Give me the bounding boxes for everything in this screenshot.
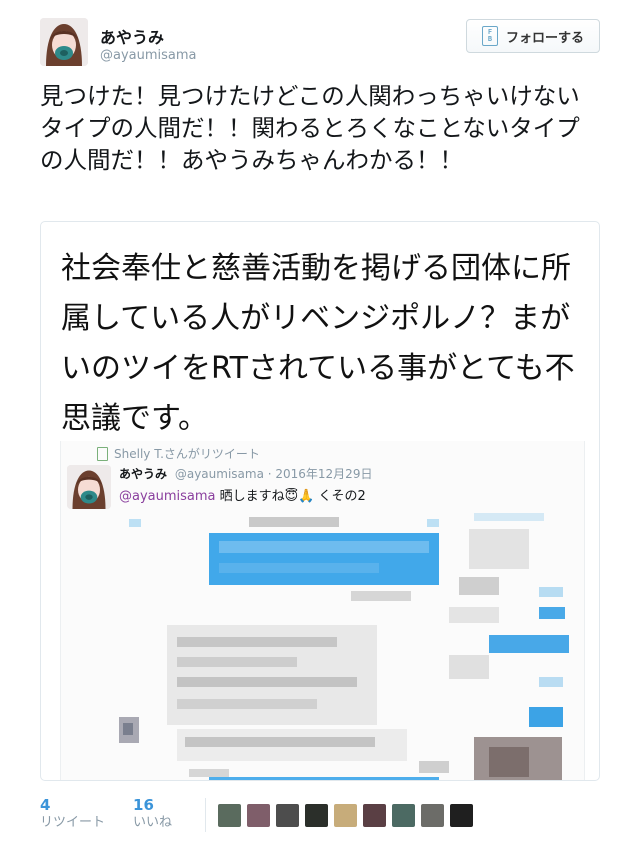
- liker-avatar[interactable]: [334, 804, 357, 827]
- tweet-text: 見つけた！見つけたけどこの人関わっちゃいけないタイプの人間だ！！関わるとろくなこ…: [40, 82, 580, 174]
- tweet-stats: 4 リツイート 16 いいね: [40, 796, 172, 832]
- liker-avatar[interactable]: [363, 804, 386, 827]
- liker-avatar[interactable]: [305, 804, 328, 827]
- screen-name[interactable]: @ayaumisama: [100, 48, 197, 63]
- embedded-tweet-screenshot: Shelly T.さんがリツイート あやうみ @ayaumisama · 201…: [60, 441, 585, 780]
- like-count: 16: [133, 796, 154, 814]
- follow-button[interactable]: FB フォローする: [466, 19, 600, 53]
- embedded-mention: @ayaumisama: [119, 489, 216, 504]
- avatar[interactable]: [40, 18, 88, 66]
- retweet-label: Shelly T.さんがリツイート: [114, 447, 260, 461]
- liker-avatar[interactable]: [421, 804, 444, 827]
- embedded-text-rest: 晒しますね😇🙏 くその2: [215, 489, 366, 504]
- liker-avatar[interactable]: [276, 804, 299, 827]
- embedded-header: あやうみ @ayaumisama · 2016年12月29日: [119, 465, 372, 482]
- like-stat[interactable]: 16 いいね: [133, 796, 172, 832]
- embedded-display-name: あやうみ: [119, 467, 168, 481]
- retweet-icon: [97, 446, 108, 461]
- liker-avatar[interactable]: [247, 804, 270, 827]
- liker-avatar[interactable]: [450, 804, 473, 827]
- follow-icon: FB: [481, 26, 498, 46]
- retweet-context: Shelly T.さんがリツイート: [97, 445, 260, 462]
- retweet-label: リツイート: [40, 815, 106, 830]
- liker-avatars: [218, 804, 473, 827]
- media-card[interactable]: 社会奉仕と慈善活動を掲げる団体に所属している人がリベンジポルノ？まがいのツイをR…: [40, 221, 600, 781]
- pixelated-chat-screenshot: [119, 507, 584, 780]
- retweet-stat[interactable]: 4 リツイート: [40, 796, 105, 832]
- embedded-text: @ayaumisama 晒しますね😇🙏 くその2: [119, 485, 366, 504]
- stats-divider: [205, 798, 206, 832]
- liker-avatar[interactable]: [218, 804, 241, 827]
- display-name[interactable]: あやうみ: [100, 24, 164, 48]
- card-text: 社会奉仕と慈善活動を掲げる団体に所属している人がリベンジポルノ？まがいのツイをR…: [61, 251, 575, 436]
- retweet-count: 4: [40, 796, 51, 814]
- embedded-handle-date: @ayaumisama · 2016年12月29日: [174, 467, 373, 481]
- liker-avatar[interactable]: [392, 804, 415, 827]
- follow-button-label: フォローする: [505, 30, 584, 46]
- embedded-avatar: [67, 465, 111, 509]
- like-label: いいね: [133, 815, 173, 830]
